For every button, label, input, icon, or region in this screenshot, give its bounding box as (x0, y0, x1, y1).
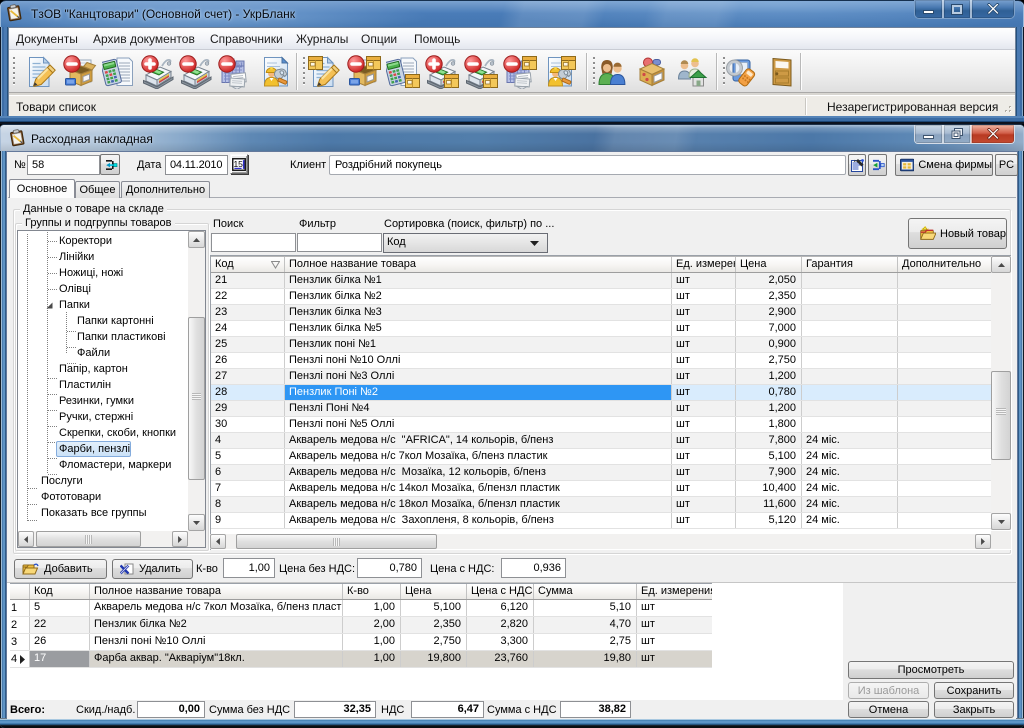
svg-text:15: 15 (233, 159, 243, 169)
